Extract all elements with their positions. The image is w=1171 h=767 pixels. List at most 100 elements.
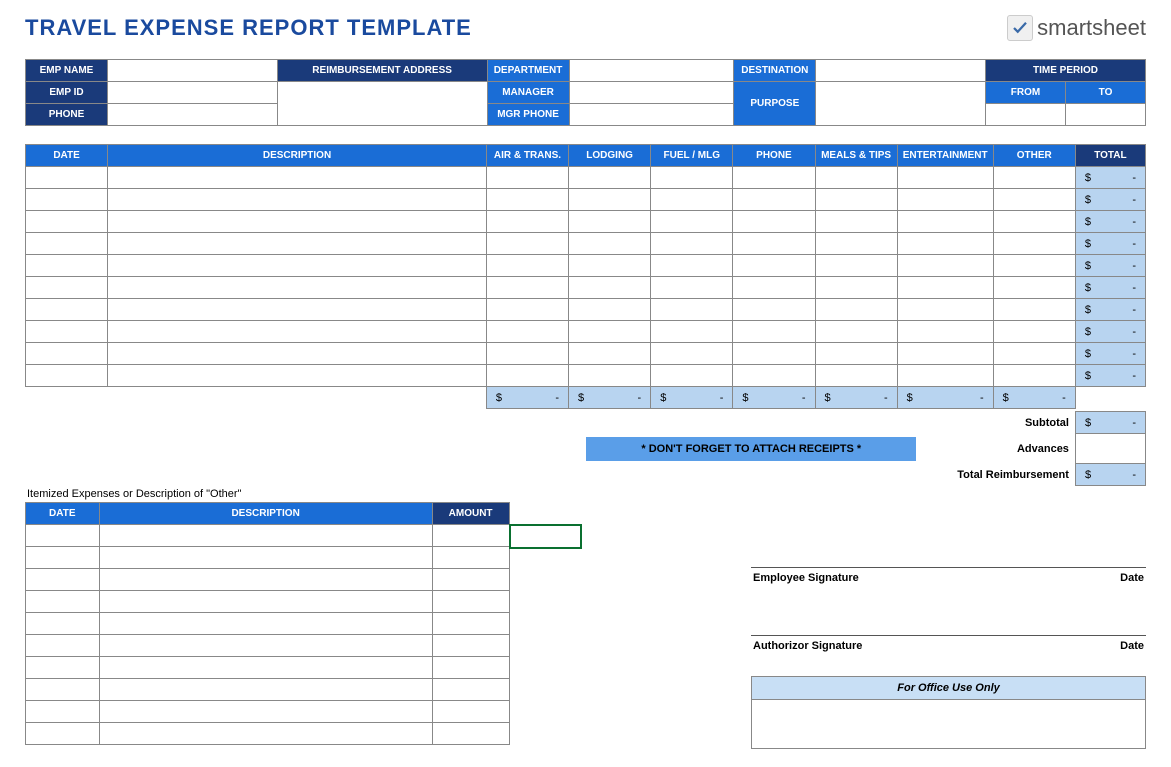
expense-cell[interactable] — [993, 255, 1075, 277]
expense-cell[interactable] — [569, 321, 651, 343]
expense-cell[interactable] — [733, 299, 815, 321]
expense-cell[interactable] — [651, 167, 733, 189]
expense-cell[interactable] — [815, 211, 897, 233]
expense-cell[interactable] — [108, 189, 487, 211]
item-cell[interactable] — [26, 679, 100, 701]
input-from[interactable] — [986, 104, 1066, 126]
item-cell[interactable] — [26, 569, 100, 591]
expense-cell[interactable] — [26, 299, 108, 321]
expense-cell[interactable] — [993, 365, 1075, 387]
expense-cell[interactable] — [26, 365, 108, 387]
expense-cell[interactable] — [815, 233, 897, 255]
expense-cell[interactable] — [26, 343, 108, 365]
expense-cell[interactable] — [733, 211, 815, 233]
input-manager[interactable] — [569, 82, 734, 104]
expense-cell[interactable] — [569, 277, 651, 299]
expense-cell[interactable] — [108, 277, 487, 299]
item-cell[interactable] — [99, 547, 432, 569]
expense-cell[interactable] — [815, 167, 897, 189]
expense-cell[interactable] — [993, 343, 1075, 365]
expense-cell[interactable] — [651, 321, 733, 343]
expense-cell[interactable] — [26, 277, 108, 299]
expense-cell[interactable] — [897, 343, 993, 365]
expense-cell[interactable] — [733, 255, 815, 277]
expense-cell[interactable] — [569, 211, 651, 233]
item-cell[interactable] — [26, 591, 100, 613]
input-destination[interactable] — [816, 60, 986, 82]
expense-cell[interactable] — [815, 299, 897, 321]
expense-cell[interactable] — [897, 299, 993, 321]
expense-cell[interactable] — [486, 365, 568, 387]
auth-sig-line[interactable] — [751, 602, 1146, 636]
item-cell[interactable] — [432, 679, 509, 701]
expense-cell[interactable] — [26, 321, 108, 343]
expense-cell[interactable] — [486, 299, 568, 321]
expense-cell[interactable] — [651, 343, 733, 365]
input-department[interactable] — [569, 60, 734, 82]
item-cell[interactable] — [432, 635, 509, 657]
expense-cell[interactable] — [569, 365, 651, 387]
expense-cell[interactable] — [733, 321, 815, 343]
item-cell[interactable] — [432, 701, 509, 723]
expense-cell[interactable] — [26, 233, 108, 255]
input-phone[interactable] — [107, 104, 277, 126]
item-cell[interactable] — [99, 723, 432, 745]
expense-cell[interactable] — [733, 277, 815, 299]
expense-cell[interactable] — [486, 343, 568, 365]
item-cell[interactable] — [99, 569, 432, 591]
expense-cell[interactable] — [733, 365, 815, 387]
expense-cell[interactable] — [569, 255, 651, 277]
item-cell[interactable] — [432, 723, 509, 745]
expense-cell[interactable] — [651, 299, 733, 321]
item-cell[interactable] — [26, 657, 100, 679]
expense-cell[interactable] — [993, 277, 1075, 299]
item-cell[interactable] — [26, 547, 100, 569]
expense-cell[interactable] — [815, 343, 897, 365]
value-advances[interactable] — [1075, 434, 1145, 464]
expense-cell[interactable] — [108, 233, 487, 255]
item-cell[interactable] — [432, 547, 509, 569]
input-emp-name[interactable] — [107, 60, 277, 82]
expense-cell[interactable] — [733, 167, 815, 189]
expense-cell[interactable] — [993, 299, 1075, 321]
expense-cell[interactable] — [815, 255, 897, 277]
expense-cell[interactable] — [897, 277, 993, 299]
expense-cell[interactable] — [993, 211, 1075, 233]
input-reimb-addr[interactable] — [277, 82, 487, 126]
expense-cell[interactable] — [26, 255, 108, 277]
item-cell[interactable] — [432, 591, 509, 613]
expense-cell[interactable] — [993, 189, 1075, 211]
expense-cell[interactable] — [651, 233, 733, 255]
expense-cell[interactable] — [569, 299, 651, 321]
expense-cell[interactable] — [108, 299, 487, 321]
input-mgr-phone[interactable] — [569, 104, 734, 126]
expense-cell[interactable] — [815, 321, 897, 343]
expense-cell[interactable] — [815, 365, 897, 387]
expense-cell[interactable] — [815, 189, 897, 211]
expense-cell[interactable] — [108, 255, 487, 277]
expense-cell[interactable] — [569, 343, 651, 365]
expense-cell[interactable] — [486, 233, 568, 255]
expense-cell[interactable] — [108, 167, 487, 189]
item-cell[interactable] — [432, 525, 509, 547]
item-cell[interactable] — [99, 679, 432, 701]
expense-cell[interactable] — [733, 233, 815, 255]
expense-cell[interactable] — [108, 343, 487, 365]
expense-cell[interactable] — [108, 211, 487, 233]
expense-cell[interactable] — [486, 255, 568, 277]
expense-cell[interactable] — [897, 167, 993, 189]
input-purpose[interactable] — [816, 82, 986, 126]
expense-cell[interactable] — [486, 321, 568, 343]
expense-cell[interactable] — [897, 233, 993, 255]
expense-cell[interactable] — [733, 189, 815, 211]
item-cell[interactable] — [26, 525, 100, 547]
item-cell[interactable] — [26, 723, 100, 745]
expense-cell[interactable] — [486, 189, 568, 211]
expense-cell[interactable] — [486, 167, 568, 189]
emp-sig-line[interactable] — [751, 534, 1146, 568]
item-cell[interactable] — [99, 635, 432, 657]
item-cell[interactable] — [432, 569, 509, 591]
expense-cell[interactable] — [108, 321, 487, 343]
item-cell[interactable] — [99, 701, 432, 723]
expense-cell[interactable] — [108, 365, 487, 387]
